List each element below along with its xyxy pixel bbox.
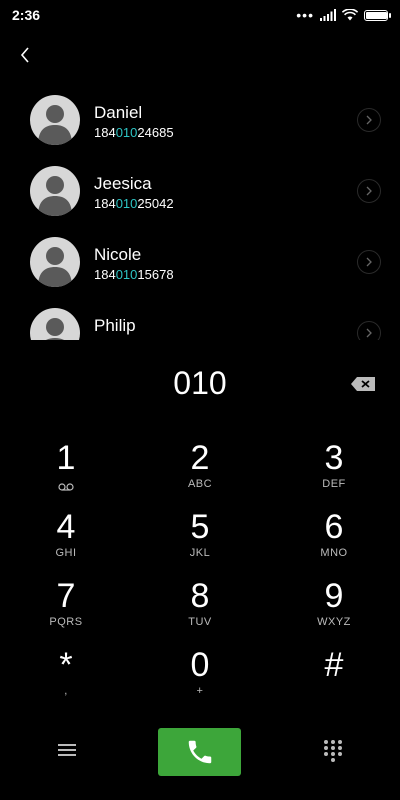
key-4[interactable]: 4 GHI xyxy=(6,507,126,573)
avatar xyxy=(30,95,80,145)
avatar xyxy=(30,308,80,340)
status-icons: ••• xyxy=(296,7,391,23)
key-star[interactable]: * , xyxy=(6,645,126,711)
status-bar: 2:36 ••• xyxy=(0,0,400,30)
key-digit: 3 xyxy=(324,439,344,477)
chevron-right-icon xyxy=(366,186,372,196)
contact-row-jeesica[interactable]: Jeesica 18401025042 xyxy=(0,157,400,227)
key-letters: DEF xyxy=(322,478,346,490)
voicemail-icon xyxy=(58,483,74,491)
contact-suggestions-list: Daniel 18401024685 Jeesica 18401025042 N… xyxy=(0,86,400,340)
person-icon xyxy=(38,105,72,145)
key-digit: * xyxy=(59,646,73,684)
bottom-action-bar xyxy=(0,727,400,777)
key-digit: 2 xyxy=(190,439,210,477)
key-digit: 1 xyxy=(56,439,76,477)
key-letters: JKL xyxy=(189,547,211,559)
dialpad-toggle-button[interactable] xyxy=(322,738,344,764)
dial-entry[interactable]: 010 xyxy=(0,365,400,402)
contact-details-button[interactable] xyxy=(357,179,381,203)
key-letters: PQRS xyxy=(49,616,83,628)
person-icon xyxy=(45,318,65,340)
key-7[interactable]: 7 PQRS xyxy=(6,576,126,642)
signal-icon xyxy=(320,9,336,21)
contact-name: Nicole xyxy=(94,245,142,264)
battery-icon xyxy=(364,9,391,21)
phone-icon xyxy=(188,740,211,764)
key-digit: 7 xyxy=(56,577,76,615)
menu-button[interactable] xyxy=(56,741,78,759)
back-button[interactable] xyxy=(14,44,36,66)
key-9[interactable]: 9 WXYZ xyxy=(274,576,394,642)
contact-name: Daniel xyxy=(94,103,143,122)
notification-dots-icon: ••• xyxy=(296,7,314,23)
key-letters: + xyxy=(196,685,204,697)
contact-number: 18401024685 xyxy=(94,125,174,140)
contact-details-button[interactable] xyxy=(357,108,381,132)
wifi-icon xyxy=(342,9,358,21)
key-0[interactable]: 0 + xyxy=(140,645,260,711)
key-digit: 9 xyxy=(324,577,344,615)
key-2[interactable]: 2 ABC xyxy=(140,438,260,504)
dialpad-icon xyxy=(324,740,342,762)
key-digit: # xyxy=(324,646,344,684)
hamburger-menu-icon xyxy=(58,744,76,756)
key-8[interactable]: 8 TUV xyxy=(140,576,260,642)
key-1[interactable]: 1 xyxy=(6,438,126,504)
contact-details-button[interactable] xyxy=(357,250,381,274)
key-6[interactable]: 6 MNO xyxy=(274,507,394,573)
backspace-button[interactable] xyxy=(350,376,376,392)
avatar xyxy=(30,166,80,216)
contact-number: 18401025042 xyxy=(94,196,174,211)
contact-details-button[interactable] xyxy=(357,321,381,340)
call-button[interactable] xyxy=(158,728,241,776)
contact-number: 18401015678 xyxy=(94,267,174,282)
key-digit: 6 xyxy=(324,508,344,546)
chevron-right-icon xyxy=(366,115,372,125)
chevron-right-icon xyxy=(366,328,372,338)
contact-row-nicole[interactable]: Nicole 18401015678 xyxy=(0,228,400,298)
contact-row-daniel[interactable]: Daniel 18401024685 xyxy=(0,86,400,156)
key-hash[interactable]: # xyxy=(274,645,394,711)
backspace-icon xyxy=(351,377,375,391)
key-letters: ABC xyxy=(187,478,213,490)
contact-row-philip[interactable]: Philip xyxy=(0,299,400,340)
key-letters: MNO xyxy=(320,547,348,559)
key-letters: GHI xyxy=(55,547,77,559)
person-icon xyxy=(38,247,72,287)
chevron-right-icon xyxy=(366,257,372,267)
key-letters: WXYZ xyxy=(317,616,351,628)
key-digit: 4 xyxy=(56,508,76,546)
key-digit: 8 xyxy=(190,577,210,615)
key-5[interactable]: 5 JKL xyxy=(140,507,260,573)
key-letters: TUV xyxy=(188,616,212,628)
avatar xyxy=(30,237,80,287)
chevron-left-icon xyxy=(20,47,29,63)
key-digit: 5 xyxy=(190,508,210,546)
key-3[interactable]: 3 DEF xyxy=(274,438,394,504)
person-icon xyxy=(38,176,72,216)
key-digit: 0 xyxy=(190,646,210,684)
contact-name: Philip xyxy=(94,316,136,335)
status-time: 2:36 xyxy=(12,7,41,23)
key-letters: , xyxy=(64,685,68,697)
contact-name: Jeesica xyxy=(94,174,152,193)
